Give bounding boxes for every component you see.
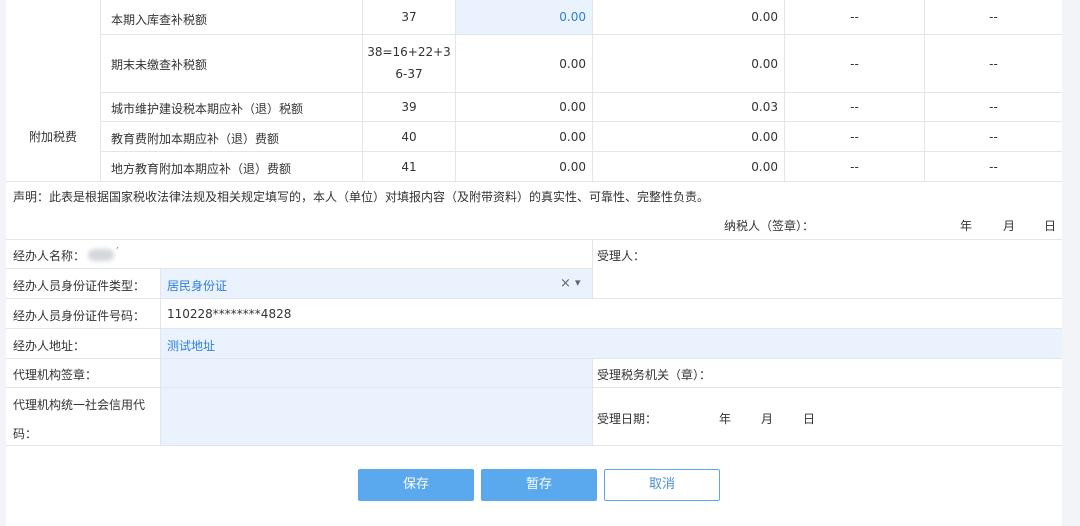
accept-month: 月	[761, 412, 774, 426]
row-41-label-cell: 地方教育附加本期应补（退）费额	[100, 152, 362, 182]
tax-office-cell: 受理税务机关（章）：	[592, 359, 1062, 388]
row-38-label: 期末未缴查补税额	[111, 58, 208, 72]
row-40-value-2: 0.00	[592, 122, 784, 152]
agency-seal-input[interactable]	[160, 359, 592, 388]
chevron-down-icon[interactable]: ▾	[575, 276, 581, 289]
receiver-cell: 受理人：	[592, 240, 1062, 299]
row-37-label-cell: 本期入库查补税额	[100, 0, 362, 35]
row-37-value-text: 0.00	[559, 10, 586, 24]
address-input[interactable]: 测试地址	[160, 329, 1062, 359]
row-39-value-3: --	[784, 93, 924, 122]
row-38-formula-line-2: 6-37	[395, 67, 423, 81]
receiver-label: 受理人：	[597, 249, 646, 263]
accept-year: 年	[719, 412, 732, 426]
row-37-label: 本期入库查补税额	[111, 13, 208, 27]
cancel-button[interactable]: 取消	[604, 469, 720, 501]
agency-seal-label-cell: 代理机构签章：	[6, 359, 160, 388]
row-39-label-cell: 城市维护建设税本期应补（退）税额	[100, 93, 362, 122]
row-37-value-3: --	[784, 0, 924, 35]
row-39-line-number: 39	[362, 93, 455, 122]
agency-seal-label: 代理机构签章：	[13, 368, 98, 382]
tax-form-panel: 本期入库查补税额 37 0.00 0.00 -- -- 期末未缴查补税额 38=…	[6, 0, 1062, 526]
row-37-value-4: --	[924, 0, 1062, 35]
accept-date-label: 受理日期：	[597, 412, 658, 426]
row-41-value-4: --	[924, 152, 1062, 182]
id-type-value: 居民身份证	[167, 279, 228, 293]
agent-name-label: 经办人名称：	[13, 249, 86, 263]
row-41-line-number: 41	[362, 152, 455, 182]
row-39-value-1: 0.00	[455, 93, 592, 122]
row-39-value-4: --	[924, 93, 1062, 122]
row-38-line-number: 38=16+22+3 6-37	[362, 35, 455, 93]
taxpayer-signature-label: 纳税人（签章）：	[724, 219, 815, 233]
agency-code-input[interactable]	[160, 388, 592, 446]
row-40-value-3: --	[784, 122, 924, 152]
address-label: 经办人地址：	[13, 339, 86, 353]
row-37-value-input[interactable]: 0.00	[455, 0, 592, 35]
accept-day: 日	[803, 412, 816, 426]
row-38-formula-line-1: 38=16+22+3	[367, 45, 451, 59]
id-type-select[interactable]: 居民身份证 × ▾	[160, 269, 592, 299]
clear-icon[interactable]: ×	[560, 276, 571, 291]
id-type-label-cell: 经办人员身份证件类型：	[6, 269, 160, 299]
id-number-label-cell: 经办人员身份证件号码：	[6, 299, 160, 329]
tax-office-label: 受理税务机关（章）：	[597, 368, 712, 382]
address-label-cell: 经办人地址：	[6, 329, 160, 359]
id-number-label: 经办人员身份证件号码：	[13, 309, 146, 323]
row-40-label: 教育费附加本期应补（退）费额	[111, 132, 280, 146]
save-button[interactable]: 保存	[358, 469, 474, 501]
declaration-text: 声明：此表是根据国家税收法律法规及相关规定填写的，本人（单位）对填报内容（及附带…	[13, 190, 710, 204]
row-41-value-1: 0.00	[455, 152, 592, 182]
row-41-value-2: 0.00	[592, 152, 784, 182]
redacted-name-blur	[88, 249, 114, 261]
form-bottom-divider	[6, 445, 1062, 446]
draft-save-button[interactable]: 暂存	[481, 469, 597, 501]
row-38-label-cell: 期末未缴查补税额	[100, 35, 362, 93]
id-number-value: 110228********4828	[167, 307, 292, 321]
signature-year: 年	[960, 219, 973, 233]
surcharge-group-label: 附加税费	[6, 93, 100, 182]
address-value: 测试地址	[167, 339, 216, 353]
row-38-value-4: --	[924, 35, 1062, 93]
agency-code-label-line-1: 代理机构统一社会信用代	[13, 398, 146, 412]
row-41-label: 地方教育附加本期应补（退）费额	[111, 162, 292, 176]
row-38-value-3: --	[784, 35, 924, 93]
row-40-label-cell: 教育费附加本期应补（退）费额	[100, 122, 362, 152]
row-37-value-2: 0.00	[592, 0, 784, 35]
row-38-value-2: 0.00	[592, 35, 784, 93]
row-39-label: 城市维护建设税本期应补（退）税额	[111, 102, 304, 116]
agent-name-value: ′	[116, 245, 119, 259]
row-41-value-3: --	[784, 152, 924, 182]
row-38-value-1: 0.00	[455, 35, 592, 93]
agency-code-label-line-2: 码：	[13, 427, 38, 441]
signature-day: 日	[1044, 219, 1057, 233]
accept-date-cell: 受理日期： 年 月 日	[592, 388, 1062, 446]
agent-name-row: 经办人名称： ′	[6, 240, 592, 269]
row-39-value-2: 0.03	[592, 93, 784, 122]
declaration-block: 声明：此表是根据国家税收法律法规及相关规定填写的，本人（单位）对填报内容（及附带…	[6, 182, 1062, 240]
id-number-field[interactable]: 110228********4828	[160, 299, 1062, 329]
signature-month: 月	[1003, 219, 1016, 233]
row-40-line-number: 40	[362, 122, 455, 152]
agency-code-label-cell: 代理机构统一社会信用代 码：	[6, 388, 160, 446]
row-40-value-4: --	[924, 122, 1062, 152]
row-37-line-number: 37	[362, 0, 455, 35]
id-type-label: 经办人员身份证件类型：	[13, 279, 146, 293]
row-40-value-1: 0.00	[455, 122, 592, 152]
